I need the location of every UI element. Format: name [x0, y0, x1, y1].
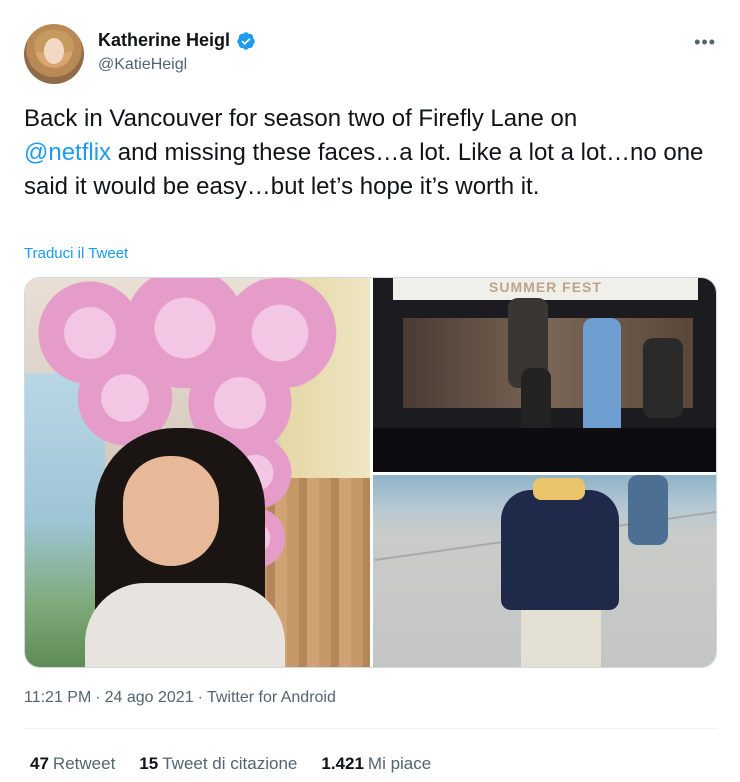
verified-badge-icon [237, 31, 255, 50]
mention-link[interactable]: @netflix [24, 139, 111, 166]
quote-tweets-count: 15 [139, 754, 159, 773]
stage-banner: SUMMER FEST [393, 278, 698, 300]
retweets-stat[interactable]: 47 Retweet [30, 754, 115, 774]
author-name-row: Katherine Heigl [98, 30, 256, 51]
retweets-label: Retweet [52, 754, 116, 773]
photo-boy-sidewalk[interactable] [373, 475, 716, 667]
quote-tweets-label: Tweet di citazione [162, 754, 298, 773]
photo-stage-summer-fest[interactable]: SUMMER FEST [373, 278, 716, 472]
tweet-text-line1: Back in Vancouver for season two of Fire… [24, 105, 578, 132]
translate-tweet-link[interactable]: Traduci il Tweet [24, 245, 128, 262]
tweet-text: Back in Vancouver for season two of Fire… [24, 102, 704, 204]
likes-stat[interactable]: 1.421 Mi piace [321, 754, 431, 774]
media-grid: SUMMER FEST [24, 277, 717, 668]
likes-label: Mi piace [367, 754, 432, 773]
meta-separator: · [197, 689, 203, 706]
photo-girl-cherry-blossom[interactable] [25, 278, 370, 667]
author-display-name[interactable]: Katherine Heigl [98, 30, 230, 51]
tweet-stats: 47 Retweet 15 Tweet di citazione 1.421 Mi p… [30, 754, 431, 774]
meta-separator: · [95, 689, 101, 706]
likes-count: 1.421 [321, 754, 364, 773]
tweet-header: Katherine Heigl @KatieHeigl ••• [24, 24, 716, 84]
tweet-text-rest: and missing these faces…a lot. Like a lo… [24, 139, 704, 200]
retweets-count: 47 [30, 754, 49, 773]
tweet-source-link[interactable]: Twitter for Android [207, 689, 336, 706]
more-options-icon[interactable]: ••• [694, 32, 716, 53]
quote-tweets-stat[interactable]: 15 Tweet di citazione [139, 754, 297, 774]
tweet-card: Katherine Heigl @KatieHeigl ••• Back in … [0, 0, 740, 782]
divider [24, 728, 716, 729]
avatar[interactable] [24, 24, 84, 84]
tweet-time[interactable]: 11:21 PM [24, 689, 91, 706]
tweet-date[interactable]: 24 ago 2021 [105, 689, 194, 706]
author-handle[interactable]: @KatieHeigl [98, 56, 187, 74]
tweet-meta: 11:21 PM · 24 ago 2021 · Twitter for Android [24, 689, 336, 707]
stage-banner-text: SUMMER FEST [489, 279, 602, 295]
